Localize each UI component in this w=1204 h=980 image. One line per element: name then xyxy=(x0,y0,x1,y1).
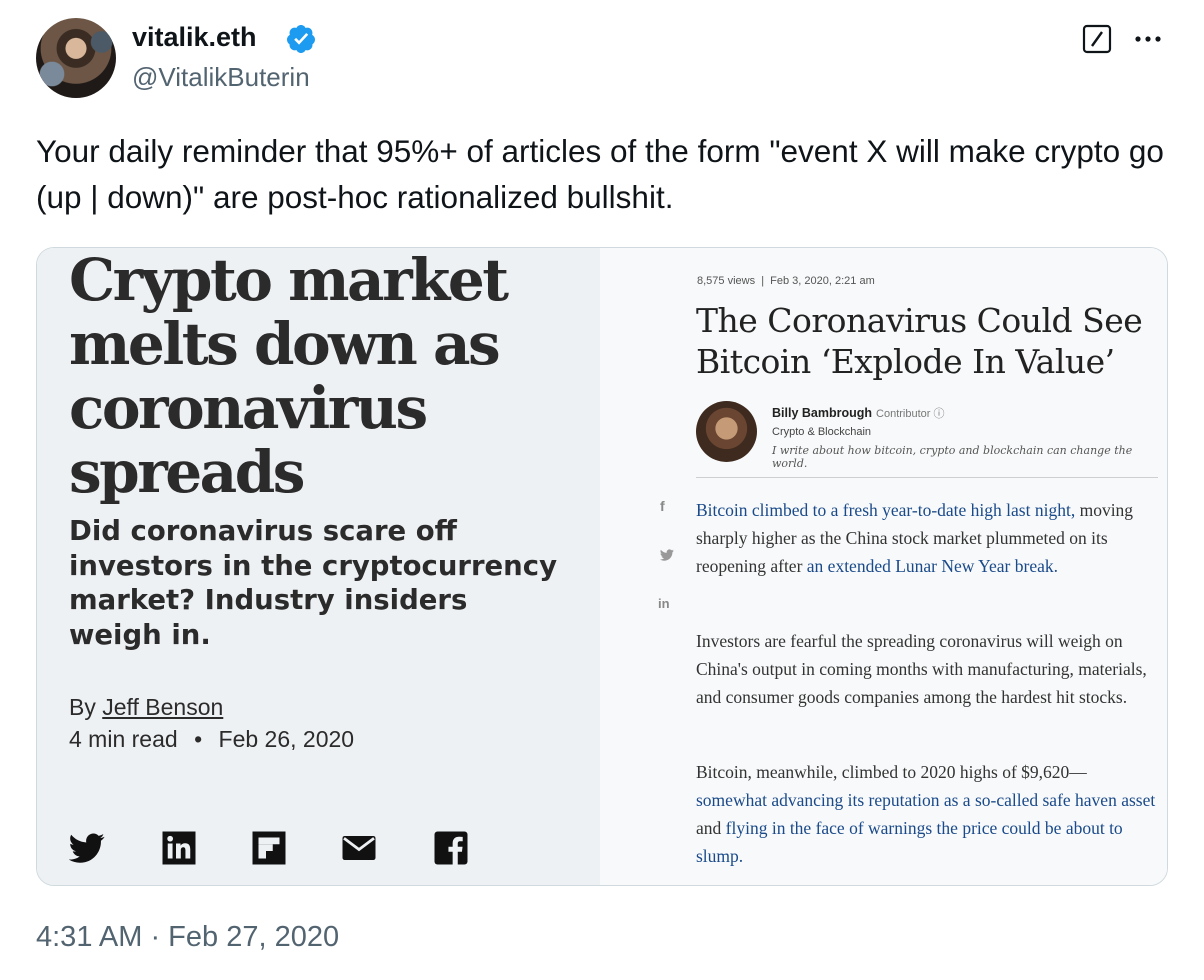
facebook-share-icon: f xyxy=(660,498,665,514)
left-article-meta: 4 min read • Feb 26, 2020 xyxy=(69,726,354,753)
right-article-meta: 8,575 views | Feb 3, 2020, 2:21 am xyxy=(697,275,875,287)
left-article-byline: By Jeff Benson xyxy=(69,694,223,721)
author-section: Crypto & Blockchain xyxy=(772,426,872,438)
display-name[interactable]: vitalik.eth xyxy=(132,20,257,54)
media-image[interactable]: Crypto market melts down as coronavirus … xyxy=(36,247,1168,886)
right-article-paragraph-1: Bitcoin climbed to a fresh year-to-date … xyxy=(696,496,1156,580)
meta-separator: • xyxy=(194,726,203,752)
right-article-paragraph-2: Investors are fearful the spreading coro… xyxy=(696,631,1147,707)
read-time: 4 min read xyxy=(69,726,178,752)
article-link: Bitcoin climbed to a fresh year-to-date … xyxy=(696,500,1076,520)
paragraph-text: Bitcoin, meanwhile, climbed to 2020 high… xyxy=(696,762,1087,782)
twitter-share-icon xyxy=(660,549,674,561)
article-link: flying in the face of warnings the price… xyxy=(696,818,1123,866)
byline-author: Jeff Benson xyxy=(102,694,224,720)
linkedin-share-icon: in xyxy=(658,596,670,611)
author-name: Billy Bambrough xyxy=(772,406,873,420)
right-article-title: The Coronavirus Could See Bitcoin ‘Explo… xyxy=(696,301,1143,381)
author-role: Contributor ⓘ xyxy=(876,408,945,420)
left-article-subheadline: Did coronavirus scare off investors in t… xyxy=(69,515,557,651)
handle[interactable]: @VitalikButerin xyxy=(132,60,310,94)
article-link: an extended Lunar New Year break. xyxy=(806,556,1059,576)
author-avatar xyxy=(696,401,757,462)
left-article-screenshot: Crypto market melts down as coronavirus … xyxy=(37,248,600,885)
byline-prefix: By xyxy=(69,694,96,720)
right-article-paragraph-3: Bitcoin, meanwhile, climbed to 2020 high… xyxy=(696,758,1156,870)
linkedin-icon xyxy=(162,831,196,865)
article-date: Feb 26, 2020 xyxy=(218,726,355,752)
facebook-icon xyxy=(434,831,468,865)
tweet-timestamp[interactable]: 4:31 AM · Feb 27, 2020 xyxy=(36,918,339,956)
article-link: somewhat advancing its reputation as a s… xyxy=(696,790,1156,810)
twitter-icon xyxy=(69,833,105,863)
grok-icon[interactable] xyxy=(1082,24,1112,54)
flipboard-icon xyxy=(252,831,286,865)
verified-badge-icon xyxy=(286,25,315,53)
more-options-icon[interactable] xyxy=(1130,24,1166,54)
author-bio: I write about how bitcoin, crypto and bl… xyxy=(772,444,1133,470)
email-icon xyxy=(342,836,376,860)
tweet-text: Your daily reminder that 95%+ of article… xyxy=(36,133,1164,215)
right-article-screenshot: 8,575 views | Feb 3, 2020, 2:21 am The C… xyxy=(600,248,1167,885)
right-article-author: Billy Bambrough Contributor ⓘ xyxy=(772,405,945,421)
left-article-headline: Crypto market melts down as coronavirus … xyxy=(69,247,509,506)
divider xyxy=(696,477,1158,478)
paragraph-text: and xyxy=(696,818,726,838)
avatar[interactable] xyxy=(36,18,116,98)
